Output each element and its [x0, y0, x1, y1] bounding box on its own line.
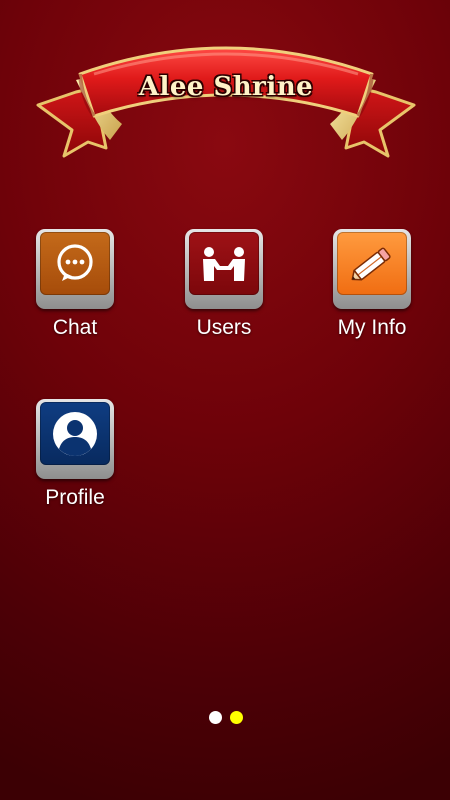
chat-tile[interactable]	[36, 229, 114, 309]
page-dot-1[interactable]	[209, 711, 222, 724]
users-tile-face	[189, 232, 259, 295]
profile-label: Profile	[45, 486, 105, 509]
chat-bubble-icon	[57, 243, 93, 281]
app-title: Alee Shrine	[138, 72, 314, 102]
pencil-icon	[351, 247, 391, 281]
profile-tile-face	[40, 402, 110, 465]
my-info-tile[interactable]	[333, 229, 411, 309]
my-info-app-button[interactable]: My Info	[312, 229, 432, 340]
handshake-icon	[203, 246, 245, 281]
page-indicator	[209, 711, 243, 724]
app-header-banner: Alee Shrine	[36, 30, 416, 162]
my-info-tile-face	[337, 232, 407, 295]
profile-app-button[interactable]: Profile	[15, 399, 135, 510]
users-app-button[interactable]: Users	[164, 229, 284, 340]
users-label: Users	[196, 316, 252, 339]
chat-label: Chat	[52, 316, 98, 339]
user-avatar-icon	[53, 411, 97, 456]
users-tile[interactable]	[185, 229, 263, 309]
my-info-label: My Info	[337, 316, 407, 339]
chat-app-button[interactable]: Chat	[15, 229, 135, 340]
chat-tile-face	[40, 232, 110, 295]
page-dot-2-active[interactable]	[230, 711, 243, 724]
profile-tile[interactable]	[36, 399, 114, 479]
